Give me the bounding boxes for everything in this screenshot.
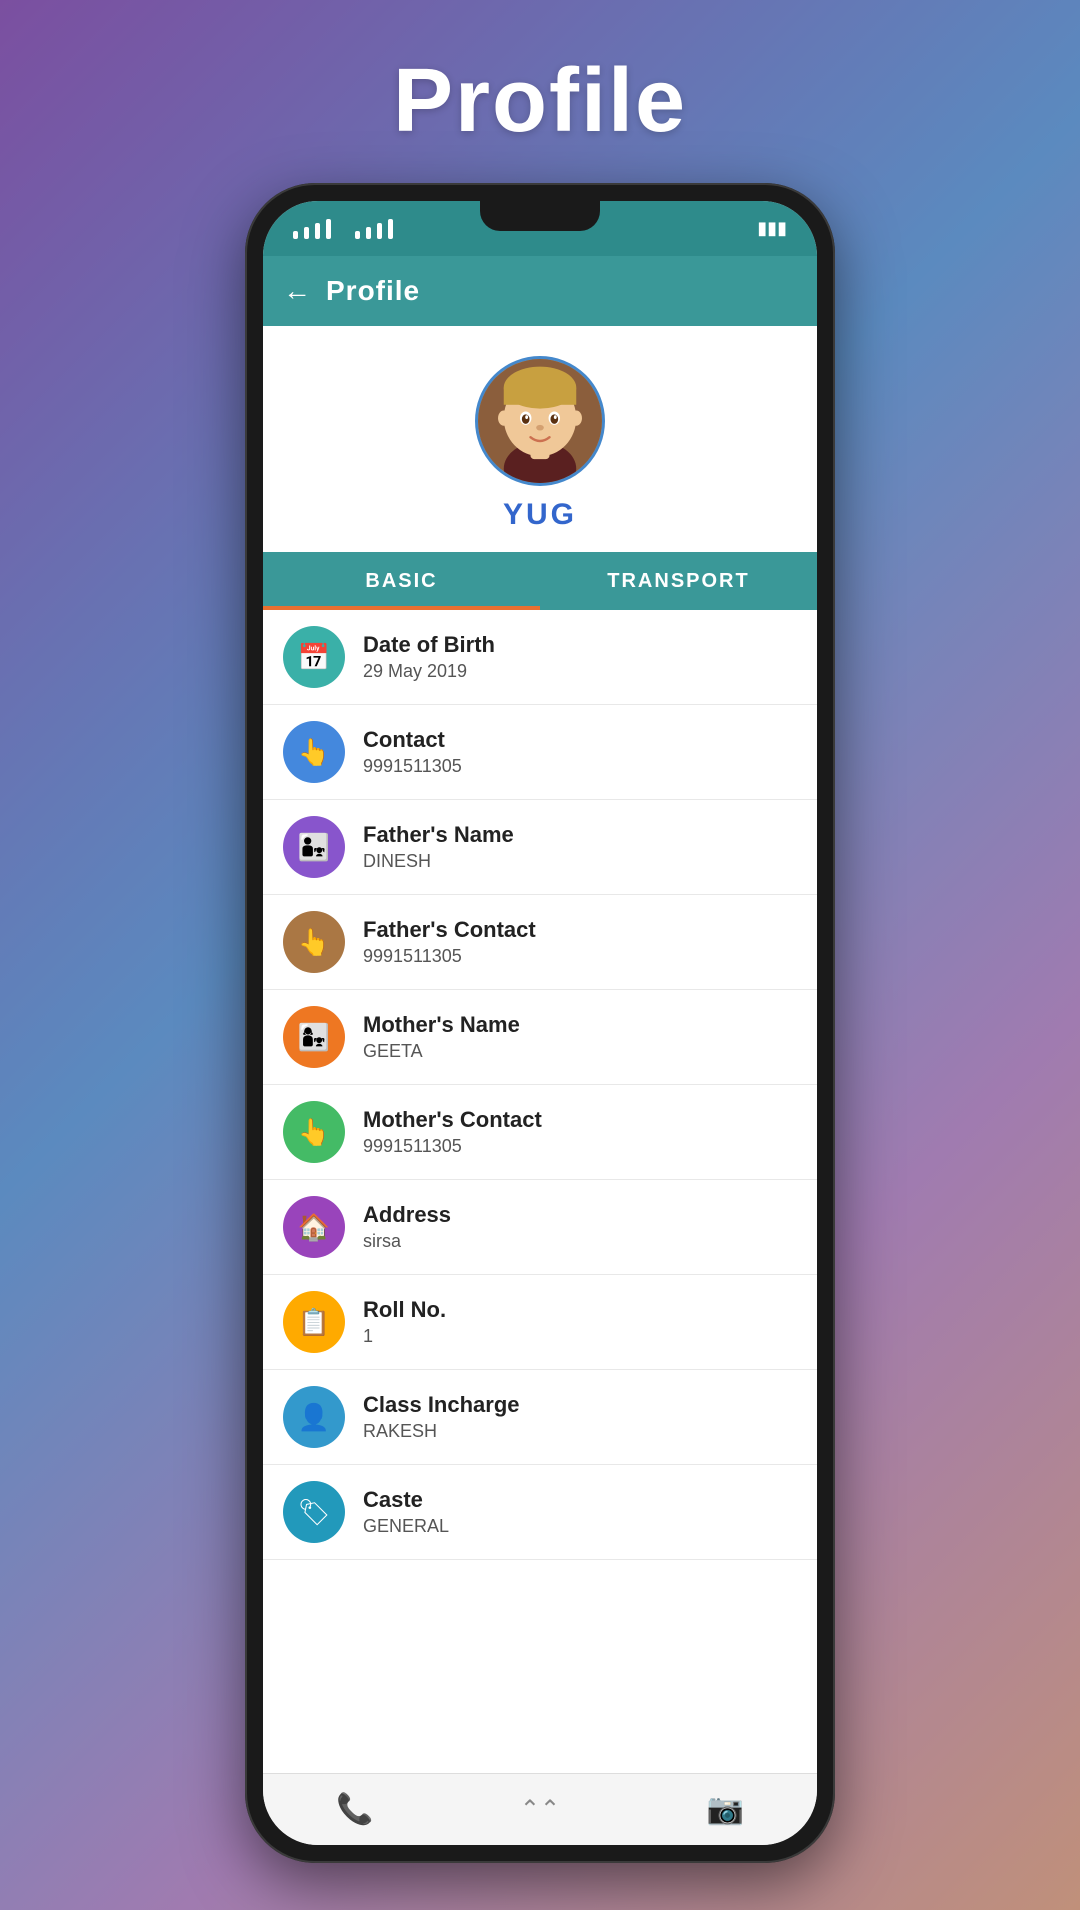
list-value-roll_no: 1 <box>363 1326 446 1347</box>
list-item-roll_no: 📋 Roll No. 1 <box>263 1275 817 1370</box>
content-list: 📅 Date of Birth 29 May 2019 👆 Contact 99… <box>263 610 817 1773</box>
phone-notch <box>480 201 600 231</box>
signal-bars <box>293 219 393 239</box>
list-label-father_name: Father's Name <box>363 822 514 848</box>
list-value-caste: GENERAL <box>363 1516 449 1537</box>
list-item-contact: 👆 Contact 9991511305 <box>263 705 817 800</box>
list-text-class_incharge: Class Incharge RAKESH <box>363 1392 520 1442</box>
app-bar-title: Profile <box>326 275 420 307</box>
list-icon-father_contact: 👆 <box>283 911 345 973</box>
list-label-roll_no: Roll No. <box>363 1297 446 1323</box>
list-item-father_contact: 👆 Father's Contact 9991511305 <box>263 895 817 990</box>
list-item-dob: 📅 Date of Birth 29 May 2019 <box>263 610 817 705</box>
list-icon-roll_no: 📋 <box>283 1291 345 1353</box>
list-icon-mother_name: 👩‍👧 <box>283 1006 345 1068</box>
list-value-father_contact: 9991511305 <box>363 946 536 967</box>
list-icon-class_incharge: 👤 <box>283 1386 345 1448</box>
battery-icon: ▮▮▮ <box>757 218 787 239</box>
tab-basic[interactable]: BASIC <box>263 552 540 610</box>
list-label-mother_contact: Mother's Contact <box>363 1107 542 1133</box>
bottom-nav: 📞 ⌃⌃ 📷 <box>263 1773 817 1845</box>
phone-screen: ▮▮▮ ← Profile <box>263 201 817 1845</box>
signal-bar-6 <box>366 227 371 239</box>
list-label-father_contact: Father's Contact <box>363 917 536 943</box>
list-label-contact: Contact <box>363 727 462 753</box>
list-icon-mother_contact: 👆 <box>283 1101 345 1163</box>
list-value-mother_contact: 9991511305 <box>363 1136 542 1157</box>
list-label-dob: Date of Birth <box>363 632 495 658</box>
list-icon-address: 🏠 <box>283 1196 345 1258</box>
list-text-dob: Date of Birth 29 May 2019 <box>363 632 495 682</box>
signal-bar-2 <box>304 227 309 239</box>
list-text-father_name: Father's Name DINESH <box>363 822 514 872</box>
list-item-caste: 🏷 Caste GENERAL <box>263 1465 817 1560</box>
list-value-address: sirsa <box>363 1231 451 1252</box>
list-text-roll_no: Roll No. 1 <box>363 1297 446 1347</box>
avatar <box>475 356 605 486</box>
list-text-caste: Caste GENERAL <box>363 1487 449 1537</box>
list-icon-dob: 📅 <box>283 626 345 688</box>
page-title: Profile <box>393 50 687 153</box>
list-label-caste: Caste <box>363 1487 449 1513</box>
list-label-class_incharge: Class Incharge <box>363 1392 520 1418</box>
list-icon-father_name: 👨‍👧 <box>283 816 345 878</box>
list-value-class_incharge: RAKESH <box>363 1421 520 1442</box>
back-button[interactable]: ← <box>283 275 311 307</box>
list-item-address: 🏠 Address sirsa <box>263 1180 817 1275</box>
list-label-address: Address <box>363 1202 451 1228</box>
signal-bar-5 <box>355 231 360 239</box>
signal-bar-3 <box>315 223 320 239</box>
home-icon[interactable]: ⌃⌃ <box>520 1795 560 1824</box>
signal-bar-7 <box>377 223 382 239</box>
phone-icon[interactable]: 📞 <box>336 1792 373 1827</box>
list-item-mother_contact: 👆 Mother's Contact 9991511305 <box>263 1085 817 1180</box>
list-text-contact: Contact 9991511305 <box>363 727 462 777</box>
list-label-mother_name: Mother's Name <box>363 1012 520 1038</box>
list-text-address: Address sirsa <box>363 1202 451 1252</box>
list-value-father_name: DINESH <box>363 851 514 872</box>
list-item-father_name: 👨‍👧 Father's Name DINESH <box>263 800 817 895</box>
phone-shell: ▮▮▮ ← Profile <box>245 183 835 1863</box>
list-text-mother_name: Mother's Name GEETA <box>363 1012 520 1062</box>
list-value-contact: 9991511305 <box>363 756 462 777</box>
list-value-mother_name: GEETA <box>363 1041 520 1062</box>
signal-bar-1 <box>293 231 298 239</box>
signal-bar-8 <box>388 219 393 239</box>
list-item-mother_name: 👩‍👧 Mother's Name GEETA <box>263 990 817 1085</box>
tab-transport[interactable]: TRANSPORT <box>540 552 817 610</box>
camera-icon[interactable]: 📷 <box>706 1792 743 1827</box>
app-bar: ← Profile <box>263 256 817 326</box>
profile-section: YUG <box>263 326 817 552</box>
list-text-father_contact: Father's Contact 9991511305 <box>363 917 536 967</box>
list-value-dob: 29 May 2019 <box>363 661 495 682</box>
tab-bar: BASIC TRANSPORT <box>263 552 817 610</box>
list-text-mother_contact: Mother's Contact 9991511305 <box>363 1107 542 1157</box>
list-icon-caste: 🏷 <box>283 1481 345 1543</box>
list-icon-contact: 👆 <box>283 721 345 783</box>
signal-bar-4 <box>326 219 331 239</box>
list-item-class_incharge: 👤 Class Incharge RAKESH <box>263 1370 817 1465</box>
student-name: YUG <box>503 498 577 532</box>
